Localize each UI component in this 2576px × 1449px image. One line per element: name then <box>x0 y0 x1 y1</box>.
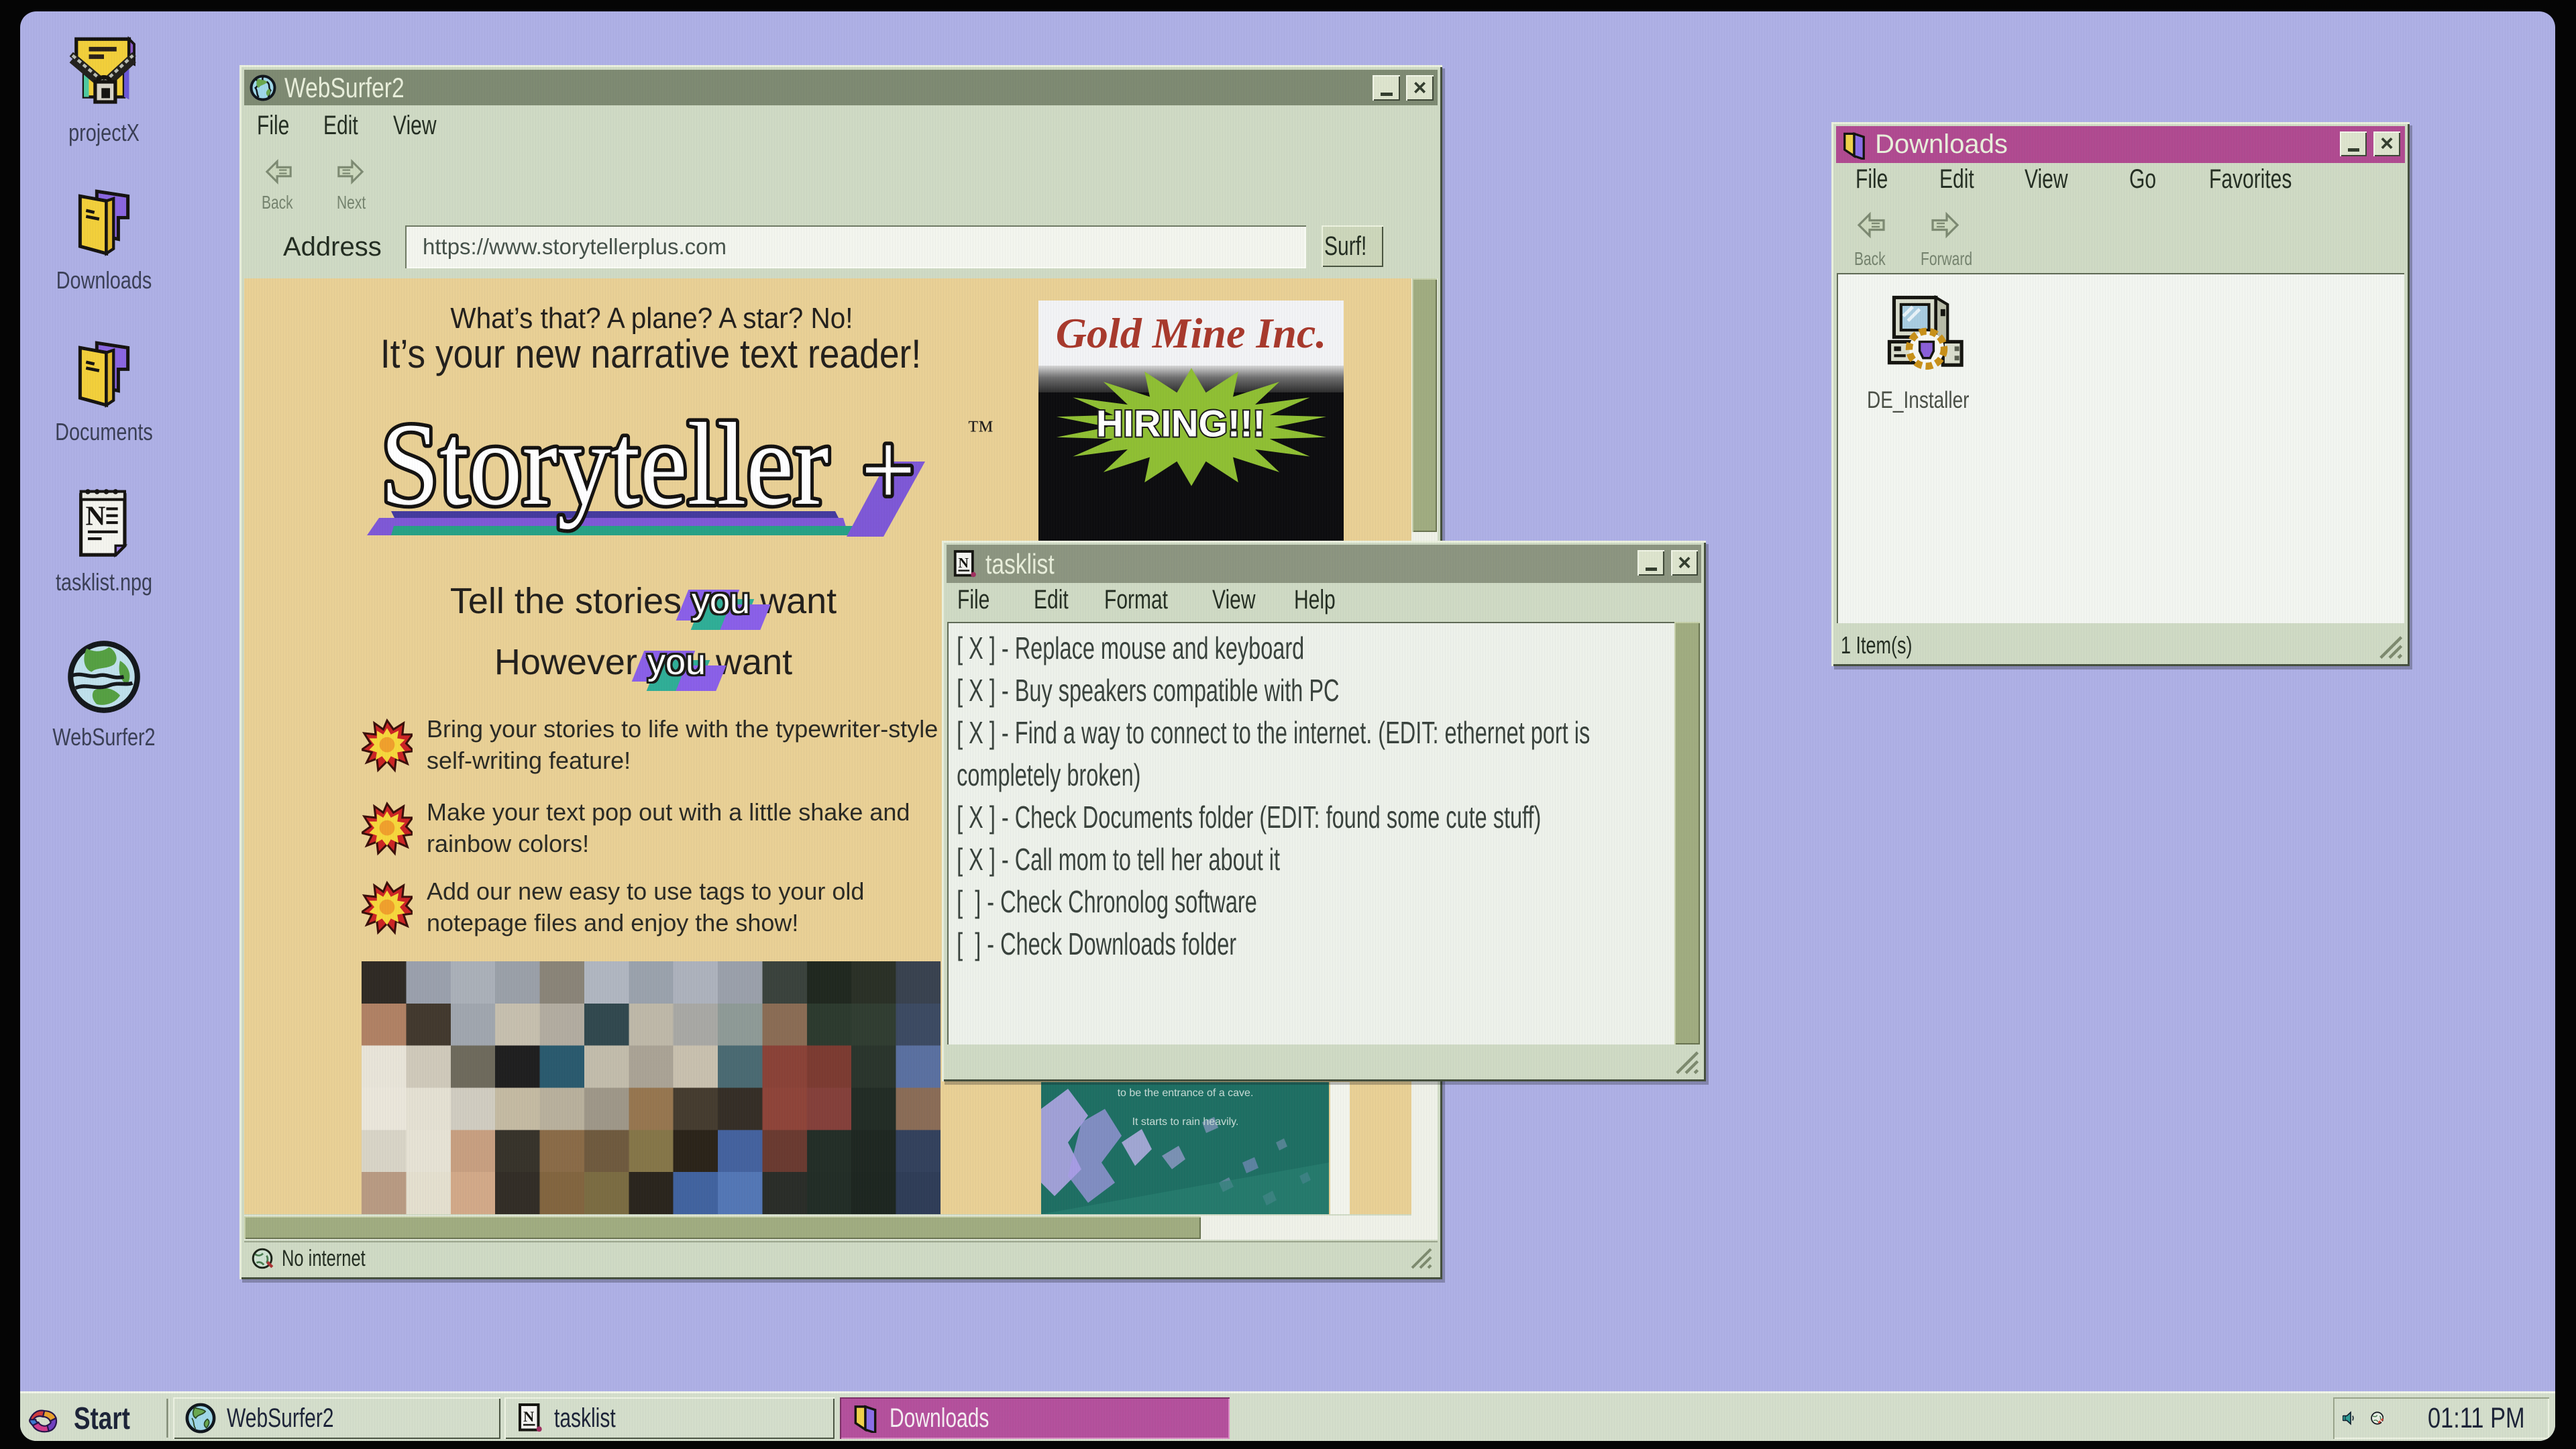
svg-text:Storyteller: Storyteller <box>380 411 829 530</box>
svg-text:+: + <box>861 411 915 529</box>
svg-text:N: N <box>86 500 106 531</box>
svg-text:It starts to rain heavily.: It starts to rain heavily. <box>1132 1116 1239 1128</box>
svg-text:N: N <box>959 554 969 570</box>
svg-text:™: ™ <box>967 415 994 445</box>
svg-text:HIRING!!!: HIRING!!! <box>1096 402 1265 445</box>
svg-text:to be the entrance of a cave.: to be the entrance of a cave. <box>1118 1087 1254 1099</box>
svg-text:N: N <box>523 1408 534 1425</box>
